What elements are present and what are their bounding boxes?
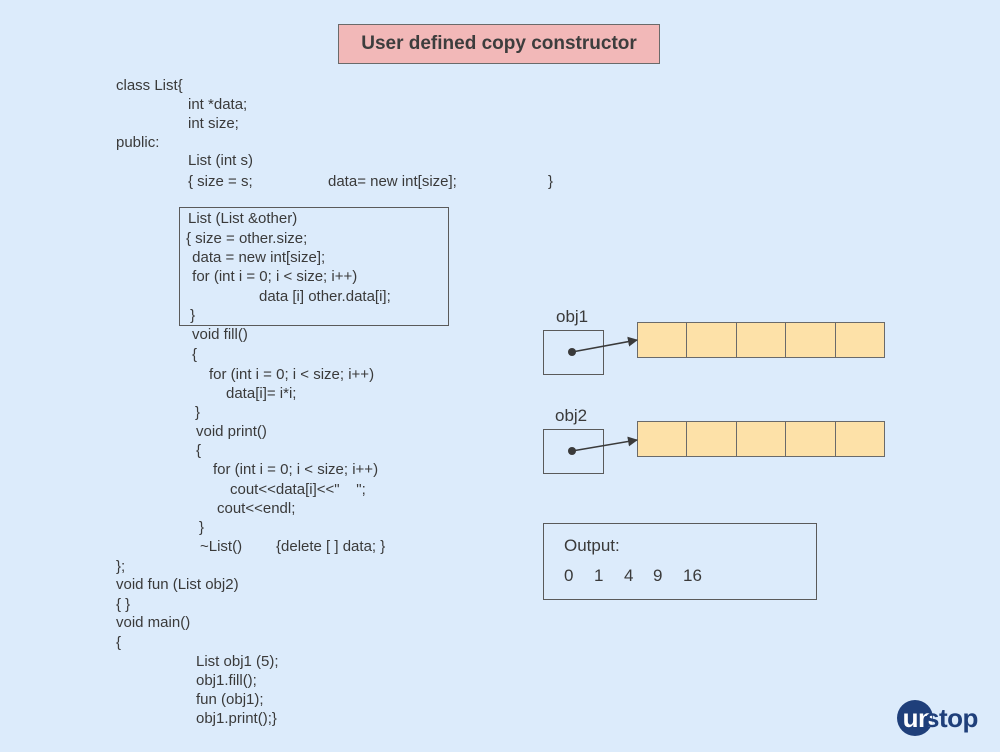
obj2-array xyxy=(637,421,885,457)
array-cell xyxy=(836,422,884,456)
code-line: { } xyxy=(116,596,131,613)
code-line: data= new int[size]; xyxy=(328,173,457,190)
code-line: void print() xyxy=(196,423,267,440)
obj2-pointer-box xyxy=(543,429,604,474)
code-line: data [i] other.data[i]; xyxy=(259,288,391,305)
code-line: List (int s) xyxy=(188,152,254,169)
output-values: 0 1 4 9 16 xyxy=(564,566,702,586)
code-line: int *data; xyxy=(188,96,248,113)
code-line: data = new int[size]; xyxy=(188,249,326,266)
array-cell xyxy=(737,422,787,456)
code-line: { xyxy=(192,346,198,363)
code-line: { xyxy=(116,634,122,651)
code-line: { size = s; xyxy=(188,173,253,190)
diagram-title: User defined copy constructor xyxy=(361,33,637,54)
array-cell xyxy=(786,422,836,456)
code-line: } xyxy=(199,519,205,536)
unstop-logo: un stop xyxy=(897,700,978,736)
output-value: 4 xyxy=(624,566,634,585)
code-line: { xyxy=(196,442,202,459)
logo-text: stop xyxy=(925,702,978,733)
output-box: Output: 0 1 4 9 16 xyxy=(543,523,817,600)
code-line: } xyxy=(186,307,196,324)
code-line: for (int i = 0; i < size; i++) xyxy=(213,461,379,478)
code-line: void fun (List obj2) xyxy=(116,576,239,593)
code-line: List obj1 (5); xyxy=(196,653,279,670)
array-cell xyxy=(737,323,787,357)
obj1-array xyxy=(637,322,885,358)
output-value: 1 xyxy=(594,566,604,585)
code-line: cout<<endl; xyxy=(217,500,296,517)
obj2-label: obj2 xyxy=(555,406,588,425)
code-line: { size = other.size; xyxy=(186,230,308,247)
output-label: Output: xyxy=(564,536,620,555)
array-cell xyxy=(786,323,836,357)
code-line: obj1.print();} xyxy=(196,710,277,727)
code-line: obj1.fill(); xyxy=(196,672,257,689)
code-line: for (int i = 0; i < size; i++) xyxy=(188,268,358,285)
code-line: {delete [ ] data; } xyxy=(276,538,386,555)
title-box: User defined copy constructor xyxy=(338,24,660,64)
output-value: 16 xyxy=(683,566,702,585)
obj1-pointer-box xyxy=(543,330,604,375)
code-line: ~List() xyxy=(200,538,243,555)
code-line: } xyxy=(548,173,554,190)
code-line: void fill() xyxy=(192,326,248,343)
array-cell xyxy=(638,323,688,357)
code-line: void main() xyxy=(116,614,191,631)
code-line: cout<<data[i]<<" "; xyxy=(230,481,366,498)
code-line: fun (obj1); xyxy=(196,691,264,708)
code-line: for (int i = 0; i < size; i++) xyxy=(209,366,375,383)
code-line: class List{ xyxy=(116,77,183,94)
pointer-arrows xyxy=(568,336,638,455)
code-line: int size; xyxy=(188,115,239,132)
code-line: }; xyxy=(116,558,126,575)
array-cell xyxy=(836,323,884,357)
output-value: 0 xyxy=(564,566,574,585)
output-value: 9 xyxy=(653,566,663,585)
code-line: List (List &other) xyxy=(188,210,298,227)
array-cell xyxy=(687,422,737,456)
array-cell xyxy=(638,422,688,456)
code-line: public: xyxy=(116,134,160,151)
obj1-label: obj1 xyxy=(556,307,589,326)
array-cell xyxy=(687,323,737,357)
code-line: data[i]= i*i; xyxy=(226,385,297,402)
code-line: } xyxy=(195,404,201,421)
